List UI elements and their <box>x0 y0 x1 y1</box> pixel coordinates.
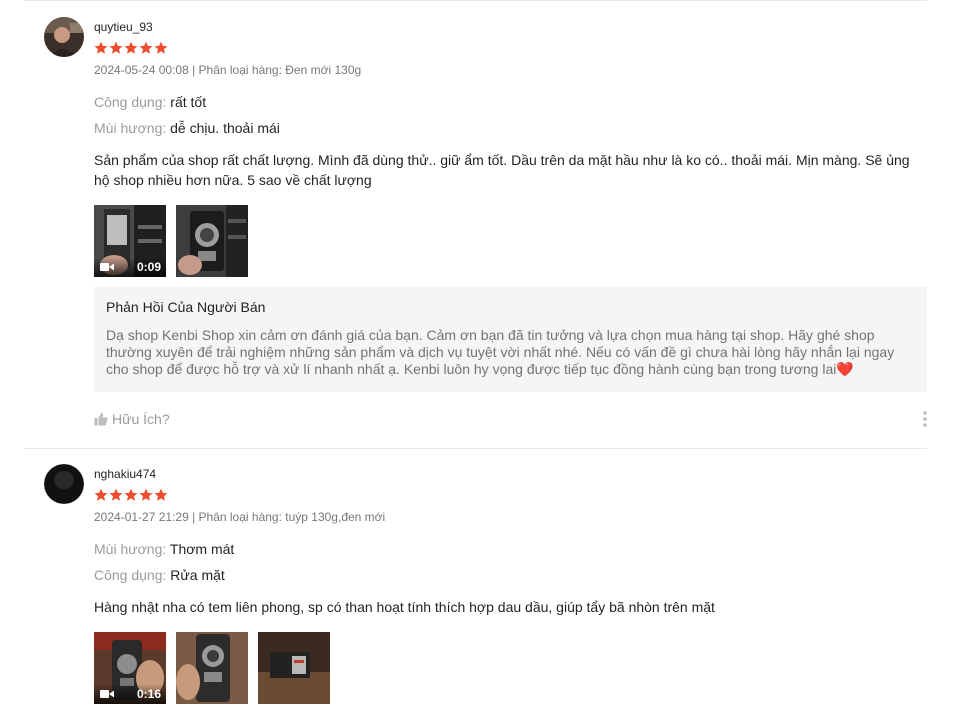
attribute-key: Công dụng: <box>94 567 171 583</box>
attribute-value: Rửa mặt <box>170 567 225 583</box>
video-camera-icon <box>100 263 114 271</box>
video-duration: 0:09 <box>136 260 161 274</box>
video-camera-icon <box>100 690 114 698</box>
attribute-value: dễ chịu. thoải mái <box>170 120 280 136</box>
attribute-key: Công dụng: <box>94 94 171 110</box>
username[interactable]: nghakiu474 <box>94 467 156 481</box>
avatar[interactable] <box>44 464 84 504</box>
avatar[interactable] <box>44 17 84 57</box>
attribute-value: rất tốt <box>170 94 207 110</box>
review-meta: 2024-05-24 00:08 | Phân loại hàng: Đen m… <box>94 63 362 77</box>
attribute-key: Mùi hương: <box>94 120 171 136</box>
star-rating <box>94 41 168 55</box>
star-rating <box>94 488 168 502</box>
helpful-button[interactable]: Hữu Ích? <box>94 411 170 427</box>
video-overlay: 0:09 <box>94 257 166 277</box>
review-comment: Hàng nhật nha có tem liên phong, sp có t… <box>94 599 715 615</box>
image-thumbnail[interactable] <box>176 205 248 277</box>
attribute-usage: Công dụng: Rửa mặt <box>94 567 225 583</box>
helpful-label: Hữu Ích? <box>112 411 170 427</box>
seller-reply: Phản Hồi Của Người Bán Dạ shop Kenbi Sho… <box>94 287 927 392</box>
seller-reply-text: Dạ shop Kenbi Shop xin cảm ơn đánh giá c… <box>106 327 895 377</box>
video-thumbnail[interactable]: 0:16 <box>94 632 166 704</box>
star-icon <box>109 41 123 54</box>
star-icon <box>109 488 123 501</box>
top-divider <box>24 0 927 1</box>
attribute-value: Thơm mát <box>169 541 235 557</box>
video-duration: 0:16 <box>136 687 161 701</box>
star-icon <box>94 488 108 501</box>
seller-reply-body: Dạ shop Kenbi Shop xin cảm ơn đánh giá c… <box>106 327 915 378</box>
seller-reply-title: Phản Hồi Của Người Bán <box>106 299 266 315</box>
star-icon <box>124 488 138 501</box>
attribute-scent: Mùi hương: dễ chịu. thoải mái <box>94 120 280 136</box>
review-media: 0:09 <box>94 205 248 277</box>
more-options-icon[interactable] <box>920 410 930 428</box>
attribute-key: Mùi hương: <box>94 541 170 557</box>
star-icon <box>124 41 138 54</box>
username[interactable]: quytieu_93 <box>94 20 153 34</box>
image-thumbnail[interactable] <box>258 632 330 704</box>
review-divider <box>24 448 927 449</box>
thumbs-up-icon <box>94 412 108 426</box>
video-thumbnail[interactable]: 0:09 <box>94 205 166 277</box>
star-icon <box>154 41 168 54</box>
star-icon <box>139 41 153 54</box>
video-overlay: 0:16 <box>94 684 166 704</box>
review-meta: 2024-01-27 21:29 | Phân loại hàng: tuýp … <box>94 510 386 524</box>
star-icon <box>94 41 108 54</box>
heart-icon: ❤️ <box>836 361 854 377</box>
review-comment: Sản phẩm của shop rất chất lượng. Mình đ… <box>94 152 910 188</box>
image-thumbnail[interactable] <box>176 632 248 704</box>
star-icon <box>139 488 153 501</box>
star-icon <box>154 488 168 501</box>
review-media: 0:16 <box>94 632 330 704</box>
attribute-usage: Công dụng: rất tốt <box>94 94 206 110</box>
attribute-scent: Mùi hương: Thơm mát <box>94 541 234 557</box>
